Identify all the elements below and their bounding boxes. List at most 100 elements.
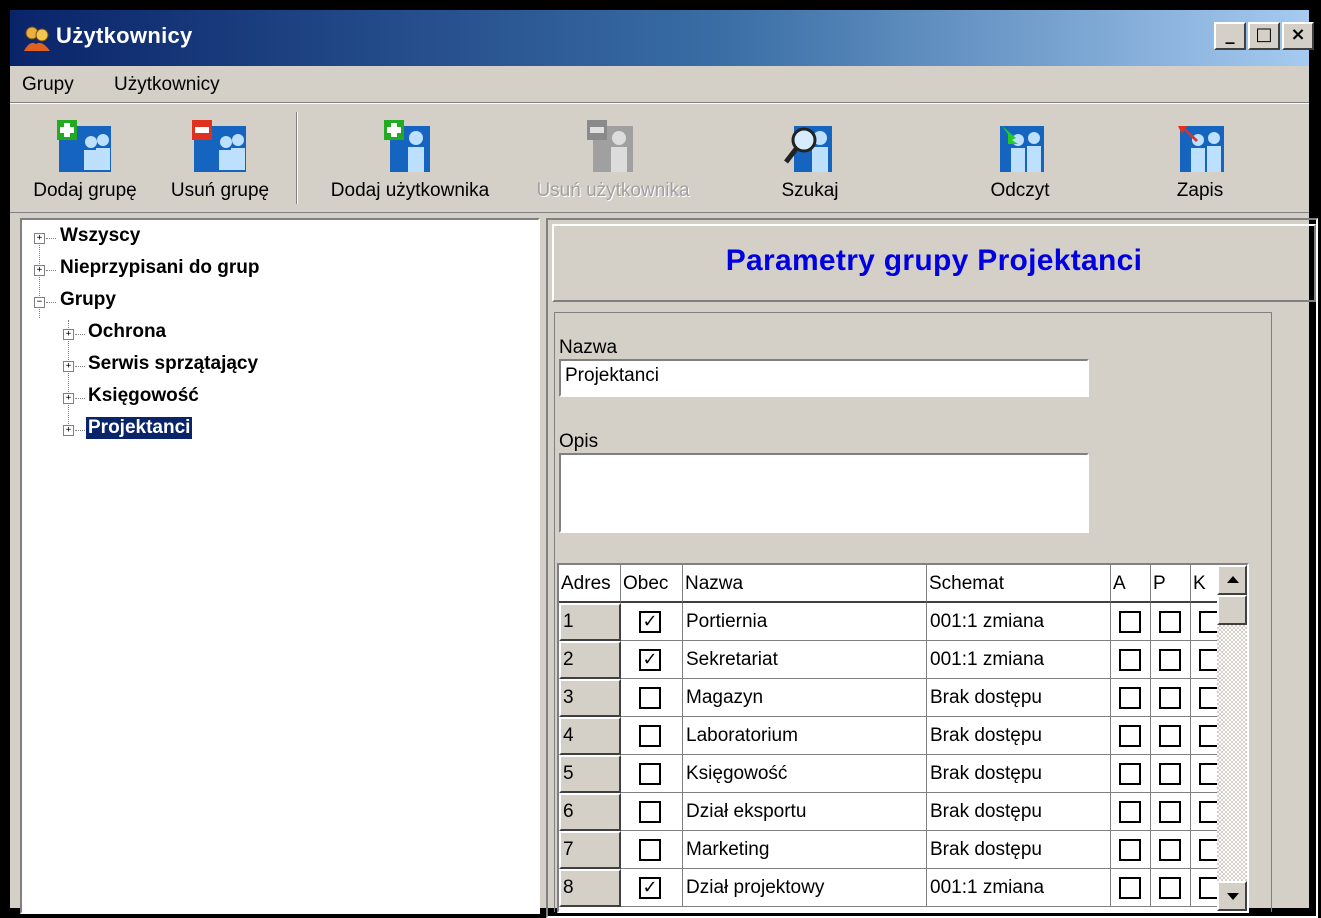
- checkbox-a[interactable]: [1119, 763, 1141, 785]
- present-checkbox[interactable]: [639, 839, 661, 861]
- title-bar[interactable]: Użytkownicy _ □ ×: [10, 10, 1314, 66]
- cell-schema[interactable]: Brak dostępu: [927, 717, 1111, 755]
- cell-schema[interactable]: 001:1 zmiana: [927, 641, 1111, 679]
- table-row[interactable]: 6 Dział eksportu Brak dostępu: [559, 793, 1231, 831]
- add-group-button[interactable]: Dodaj grupę: [20, 104, 150, 210]
- tree-connector: [75, 398, 85, 399]
- description-field[interactable]: [559, 453, 1089, 533]
- cell-p: [1151, 755, 1191, 793]
- checkbox-p[interactable]: [1159, 611, 1181, 633]
- checkbox-a[interactable]: [1119, 649, 1141, 671]
- cell-schema[interactable]: 001:1 zmiana: [927, 869, 1111, 907]
- group-tree[interactable]: + Wszyscy + Nieprzypisani do grup − Grup…: [20, 218, 540, 914]
- table-row[interactable]: 3 Magazyn Brak dostępu: [559, 679, 1231, 717]
- expand-plus-icon[interactable]: +: [34, 265, 45, 276]
- table-row[interactable]: 5 Księgowość Brak dostępu: [559, 755, 1231, 793]
- expand-plus-icon[interactable]: +: [34, 233, 45, 244]
- cell-a: [1111, 717, 1151, 755]
- expand-plus-icon[interactable]: +: [63, 361, 74, 372]
- col-header-nazwa[interactable]: Nazwa: [683, 565, 927, 603]
- checkbox-p[interactable]: [1159, 801, 1181, 823]
- row-address[interactable]: 2: [559, 641, 621, 679]
- scroll-up-button[interactable]: [1217, 565, 1247, 595]
- tree-label: Ochrona: [88, 321, 167, 342]
- tree-item-wszyscy[interactable]: + Wszyscy: [22, 224, 532, 254]
- row-address[interactable]: 8: [559, 869, 621, 907]
- add-user-button[interactable]: Dodaj użytkownika: [310, 104, 510, 210]
- remove-group-button[interactable]: Usuń grupę: [160, 104, 280, 210]
- cell-schema[interactable]: Brak dostępu: [927, 793, 1111, 831]
- col-header-schemat[interactable]: Schemat: [927, 565, 1111, 603]
- tree-item-ochrona[interactable]: + Ochrona: [22, 320, 532, 350]
- menu-grupy[interactable]: Grupy: [22, 74, 74, 96]
- expand-plus-icon[interactable]: +: [63, 329, 74, 340]
- present-checkbox[interactable]: ✓: [639, 611, 661, 633]
- cell-schema[interactable]: Brak dostępu: [927, 755, 1111, 793]
- checkbox-a[interactable]: [1119, 877, 1141, 899]
- checkbox-a[interactable]: [1119, 839, 1141, 861]
- remove-user-label: Usuń użytkownika: [536, 180, 690, 201]
- table-row[interactable]: 2 ✓ Sekretariat 001:1 zmiana: [559, 641, 1231, 679]
- expand-plus-icon[interactable]: +: [63, 393, 74, 404]
- cell-schema[interactable]: Brak dostępu: [927, 831, 1111, 869]
- read-button[interactable]: Odczyt: [960, 104, 1080, 210]
- save-button[interactable]: Zapis: [1140, 104, 1260, 210]
- cell-schema[interactable]: Brak dostępu: [927, 679, 1111, 717]
- row-address[interactable]: 3: [559, 679, 621, 717]
- name-field[interactable]: Projektanci: [559, 359, 1089, 397]
- col-header-a[interactable]: A: [1111, 565, 1151, 603]
- checkbox-p[interactable]: [1159, 725, 1181, 747]
- read-icon: [1000, 126, 1044, 172]
- collapse-minus-icon[interactable]: −: [34, 297, 45, 308]
- row-address[interactable]: 7: [559, 831, 621, 869]
- checkbox-p[interactable]: [1159, 687, 1181, 709]
- scroll-down-button[interactable]: [1217, 881, 1247, 911]
- checkbox-a[interactable]: [1119, 687, 1141, 709]
- doors-grid[interactable]: Adres Obec Nazwa Schemat A P K 1 ✓ Portier…: [557, 563, 1249, 913]
- cell-a: [1111, 679, 1151, 717]
- present-checkbox[interactable]: [639, 687, 661, 709]
- checkbox-a[interactable]: [1119, 611, 1141, 633]
- checkbox-p[interactable]: [1159, 763, 1181, 785]
- close-button[interactable]: ×: [1282, 22, 1314, 50]
- scroll-thumb[interactable]: [1217, 595, 1247, 625]
- tree-label-selected: Projektanci: [84, 416, 194, 440]
- remove-user-button[interactable]: Usuń użytkownika: [518, 104, 708, 210]
- cell-a: [1111, 603, 1151, 641]
- cell-present: ✓: [621, 603, 683, 641]
- row-address[interactable]: 5: [559, 755, 621, 793]
- checkbox-a[interactable]: [1119, 801, 1141, 823]
- col-header-adres[interactable]: Adres: [559, 565, 621, 603]
- row-address[interactable]: 1: [559, 603, 621, 641]
- tree-item-grupy[interactable]: − Grupy: [22, 288, 532, 318]
- present-checkbox[interactable]: [639, 801, 661, 823]
- present-checkbox[interactable]: ✓: [639, 649, 661, 671]
- tree-item-projektanci[interactable]: + Projektanci: [22, 416, 532, 446]
- col-header-obec[interactable]: Obec: [621, 565, 683, 603]
- col-header-p[interactable]: P: [1151, 565, 1191, 603]
- checkbox-p[interactable]: [1159, 649, 1181, 671]
- table-row[interactable]: 7 Marketing Brak dostępu: [559, 831, 1231, 869]
- table-row[interactable]: 8 ✓ Dział projektowy 001:1 zmiana: [559, 869, 1231, 907]
- checkbox-p[interactable]: [1159, 877, 1181, 899]
- row-address[interactable]: 4: [559, 717, 621, 755]
- checkbox-p[interactable]: [1159, 839, 1181, 861]
- table-row[interactable]: 1 ✓ Portiernia 001:1 zmiana: [559, 603, 1231, 641]
- search-button[interactable]: Szukaj: [750, 104, 870, 210]
- tree-item-nieprzypisani[interactable]: + Nieprzypisani do grup: [22, 256, 532, 286]
- row-address[interactable]: 6: [559, 793, 621, 831]
- table-row[interactable]: 4 Laboratorium Brak dostępu: [559, 717, 1231, 755]
- grid-scrollbar[interactable]: [1217, 565, 1247, 911]
- tree-item-ksiegowosc[interactable]: + Księgowość: [22, 384, 532, 414]
- tree-item-serwis[interactable]: + Serwis sprzątający: [22, 352, 532, 382]
- expand-plus-icon[interactable]: +: [63, 425, 74, 436]
- present-checkbox[interactable]: ✓: [639, 877, 661, 899]
- present-checkbox[interactable]: [639, 725, 661, 747]
- minimize-button[interactable]: _: [1214, 22, 1246, 50]
- present-checkbox[interactable]: [639, 763, 661, 785]
- checkbox-a[interactable]: [1119, 725, 1141, 747]
- cell-p: [1151, 603, 1191, 641]
- maximize-button[interactable]: □: [1248, 22, 1280, 50]
- cell-schema[interactable]: 001:1 zmiana: [927, 603, 1111, 641]
- menu-uzytkownicy[interactable]: Użytkownicy: [114, 74, 220, 96]
